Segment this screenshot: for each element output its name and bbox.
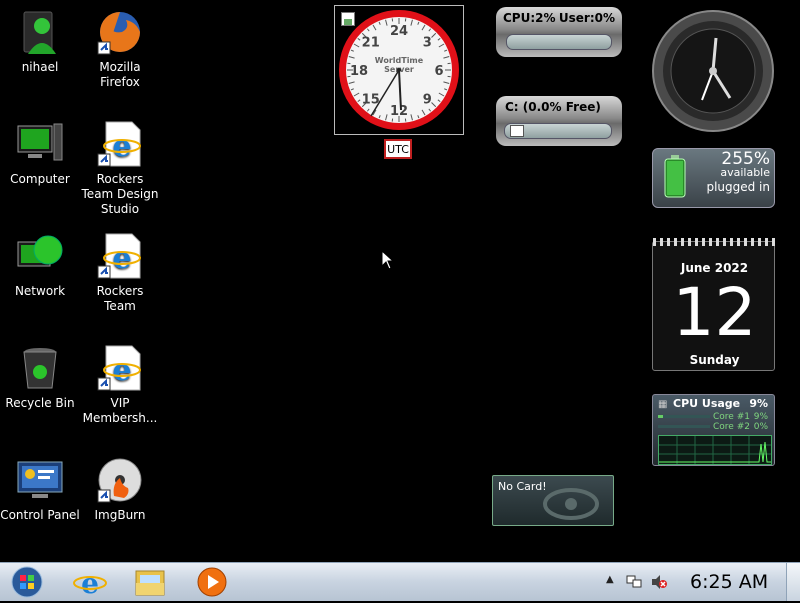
core1-label: Core #1 [713, 412, 750, 422]
network-tray-icon[interactable] [626, 574, 642, 590]
core1-bar [658, 415, 710, 418]
clock-number: 6 [434, 64, 443, 79]
show-desktop-button[interactable] [786, 563, 800, 601]
disk-drive-icon [510, 125, 524, 137]
calendar-month-year: June 2022 [653, 261, 776, 275]
show-hidden-icons-arrow[interactable]: ▲ [606, 574, 614, 585]
network-icon [16, 232, 64, 280]
core2-label: Core #2 [713, 422, 750, 432]
clock-number: 12 [390, 104, 408, 119]
ie-shortcut-icon: e [96, 232, 144, 280]
clock-timezone-label[interactable]: UTC [384, 139, 412, 159]
gpu-gadget[interactable]: No Card! [492, 475, 614, 526]
cpu-usage-gadget[interactable]: ▦ CPU Usage 9% Core #1 9% Core #2 0% [652, 394, 775, 466]
calendar-spiral [653, 238, 776, 246]
cpu-usage-total: 9% [749, 397, 768, 410]
analog-clock-face [650, 8, 776, 134]
desktop-icon-label: VIP Membersh... [80, 396, 160, 426]
calendar-gadget[interactable]: June 2022 12 Sunday [652, 241, 775, 371]
clock-number: 3 [423, 36, 432, 51]
desktop-icon-recycle-bin[interactable]: Recycle Bin [0, 344, 80, 411]
mouse-cursor-icon [381, 250, 395, 270]
desktop-icon-network[interactable]: Network [0, 232, 80, 299]
battery-icon [663, 155, 687, 199]
desktop-icon-computer[interactable]: Computer [0, 120, 80, 187]
clock-number: 18 [350, 64, 368, 79]
imgburn-icon [96, 456, 144, 504]
core2-value: 0% [754, 422, 768, 432]
desktop-icon-firefox[interactable]: Mozilla Firefox [80, 8, 160, 90]
taskbar-clock[interactable]: 6:25 AM [690, 571, 768, 593]
cpu-usage-title: CPU Usage [673, 397, 740, 410]
desktop-icon-label: Network [0, 284, 80, 299]
cpu-usage-graph [658, 435, 772, 465]
desktop-icon-imgburn[interactable]: ImgBurn [80, 456, 160, 523]
desktop-icon-label: Mozilla Firefox [80, 60, 160, 90]
gpu-status-label: No Card! [498, 480, 547, 493]
disk-meter-label: C: (0.0% Free) [505, 100, 601, 114]
clock-settings-icon[interactable] [341, 12, 355, 26]
clock-brand-line1: WorldTime [375, 56, 424, 65]
start-button[interactable] [8, 565, 48, 599]
desktop-icon-rockers-design-studio[interactable]: e Rockers Team Design Studio [80, 120, 160, 217]
control-panel-icon [16, 456, 64, 504]
system-tray: ▲ 6:25 AM [600, 563, 800, 601]
core1-value: 9% [754, 412, 768, 422]
ie-shortcut-icon: e [96, 344, 144, 392]
cpu-meter-user-label: User:0% [559, 11, 615, 25]
desktop-icon-label: Control Panel [0, 508, 80, 523]
recycle-bin-icon [16, 344, 64, 392]
svg-text:e: e [81, 567, 99, 599]
clock-number: 24 [390, 24, 408, 39]
clock-number: 9 [423, 92, 432, 107]
desktop-icon-label: Rockers Team Design Studio [80, 172, 160, 217]
desktop-icon-control-panel[interactable]: Control Panel [0, 456, 80, 523]
desktop-icon-rockers-team[interactable]: e Rockers Team [80, 232, 160, 314]
computer-icon [16, 120, 64, 168]
taskbar-internet-explorer-icon[interactable]: e [72, 565, 112, 599]
gpu-eye-icon [541, 484, 601, 524]
volume-muted-icon[interactable] [650, 574, 668, 590]
battery-status-available: available [720, 166, 770, 179]
firefox-icon [96, 8, 144, 56]
calendar-day: 12 [653, 278, 776, 348]
battery-gadget[interactable]: 255% available plugged in [652, 148, 775, 208]
cpu-meter-cpu-label: CPU:2% [503, 11, 556, 25]
analog-clock-gadget[interactable] [650, 8, 776, 134]
desktop-icon-nihael[interactable]: nihael [0, 8, 80, 75]
desktop-icon-label: Rockers Team [80, 284, 160, 314]
battery-status-plugged: plugged in [706, 180, 770, 194]
calendar-weekday: Sunday [653, 353, 776, 367]
desktop-icon-label: nihael [0, 60, 80, 75]
user-folder-icon [16, 8, 64, 56]
cpu-chip-icon: ▦ [658, 399, 667, 410]
desktop-icon-label: Recycle Bin [0, 396, 80, 411]
cpu-meter-bar [506, 34, 612, 50]
svg-text:e: e [112, 129, 131, 164]
desktop-icon-label: Computer [0, 172, 80, 187]
disk-meter-gadget[interactable]: C: (0.0% Free) [496, 96, 622, 146]
world-clock-gadget[interactable]: WorldTime Server 2436912151821 [334, 5, 464, 135]
ie-shortcut-icon: e [96, 120, 144, 168]
desktop-icon-label: ImgBurn [80, 508, 160, 523]
svg-text:e: e [112, 353, 131, 388]
clock-number: 21 [362, 36, 380, 51]
cpu-meter-gadget[interactable]: CPU:2% User:0% [496, 7, 622, 57]
desktop-icon-vip-membership[interactable]: e VIP Membersh... [80, 344, 160, 426]
taskbar: e ▲ 6:25 AM [0, 562, 800, 601]
core2-bar [658, 425, 710, 428]
taskbar-windows-explorer-icon[interactable] [132, 565, 172, 599]
taskbar-media-player-icon[interactable] [194, 565, 234, 599]
svg-text:e: e [112, 241, 131, 276]
